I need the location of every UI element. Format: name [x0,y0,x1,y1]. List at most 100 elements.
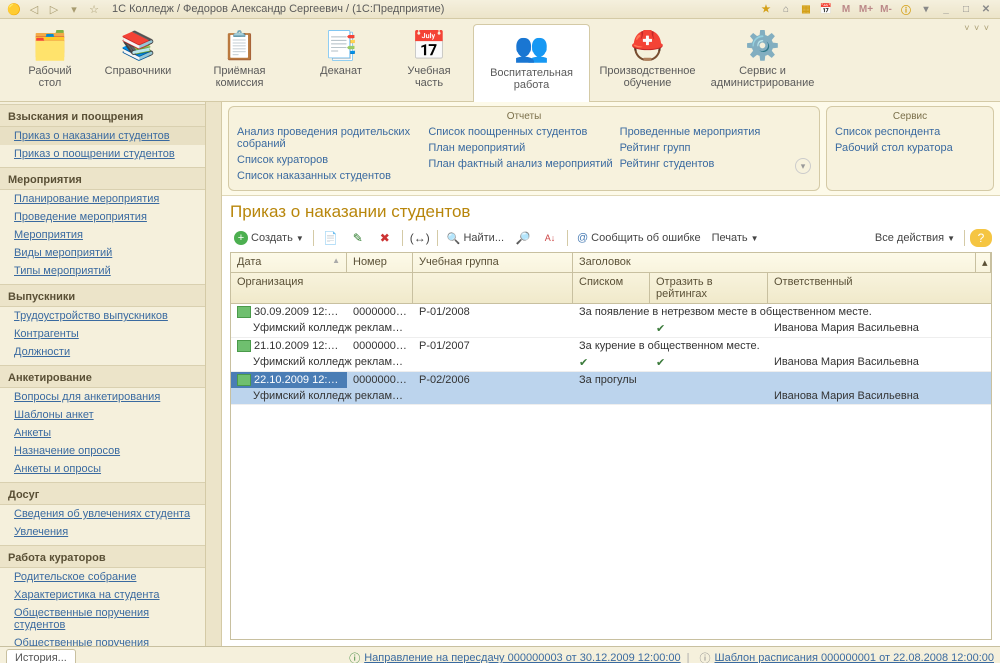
col-rating[interactable]: Отразить в рейтингах [650,273,768,303]
sidebar-link[interactable]: Шаблоны анкет [0,406,206,424]
sidebar-link[interactable]: Сведения об увлечениях студента [0,505,206,523]
sidebar-link[interactable]: Должности [0,343,206,361]
sort-icon[interactable]: A↓ [538,228,562,248]
find-button[interactable]: 🔍Найти... [443,230,508,247]
report-link[interactable]: План мероприятий [428,140,619,156]
report-error-button[interactable]: @Сообщить об ошибке [573,230,705,246]
status-info-icon-2: ⓘ [700,650,711,663]
calc-m[interactable]: M [838,1,854,17]
delete-icon[interactable]: ✖ [373,228,397,248]
toolbar-desktop[interactable]: 🗂️Рабочийстол [6,23,94,89]
edit-icon[interactable]: ✎ [346,228,370,248]
sidebar-link[interactable]: Общественные поручения [0,634,206,646]
table-row[interactable]: 30.09.2009 12:0...000000009P-01/2008За п… [231,304,991,338]
nav-dd[interactable]: ▾ [66,1,82,17]
minimize-icon[interactable]: _ [938,1,954,17]
report-link[interactable]: Список наказанных студентов [237,168,428,184]
col-list[interactable]: Списком [573,273,650,303]
sidebar-link[interactable]: Вопросы для анкетирования [0,388,206,406]
sidebar-scrollbar[interactable] [205,102,221,646]
col-group[interactable]: Учебная группа [413,253,573,272]
filter-icon[interactable]: 🔎 [511,228,535,248]
toolbar-vospit[interactable]: 👥Воспитательнаяработа [473,24,590,102]
help-icon[interactable]: ? [970,229,992,247]
sidebar-link[interactable]: Приказ о наказании студентов [0,127,206,145]
grid-icon[interactable]: ▦ [798,1,814,17]
swap-icon[interactable]: (↔) [408,228,432,248]
col-scroll-up[interactable]: ▴ [976,253,991,272]
report-link[interactable]: Список кураторов [237,152,428,168]
calendar-icon[interactable]: 📅 [818,1,834,17]
calc-mminus[interactable]: M- [878,1,894,17]
sidebar-group-header: Взыскания и поощрения [0,104,206,127]
titlebar: 🟡 ◁ ▷ ▾ ☆ 1С Колледж / Федоров Александр… [0,0,1000,19]
fav2-icon[interactable]: ★ [758,1,774,17]
service-link[interactable]: Список респондента [835,124,985,140]
sidebar-link[interactable]: Типы мероприятий [0,262,206,280]
home-icon[interactable]: ⌂ [778,1,794,17]
toolbar-ucheb[interactable]: 📅Учебнаячасть [385,23,473,89]
toolbar-label: Воспитательнаяработа [474,67,589,91]
toolbar-komissia[interactable]: 📋Приёмнаякомиссия [182,23,297,89]
favorite-icon[interactable]: ☆ [86,1,102,17]
reports-more-icon[interactable]: ▾ [795,158,811,174]
app-logo[interactable]: 🟡 [6,1,22,17]
info-dd[interactable]: ▾ [918,1,934,17]
nav-back[interactable]: ◁ [26,1,42,17]
sidebar-link[interactable]: Анкеты и опросы [0,460,206,478]
report-link[interactable]: Список поощренных студентов [428,124,619,140]
table-row[interactable]: 22.10.2009 12:0...000000010P-02/2006За п… [231,372,991,405]
statusbar: История... ⓘ Направление на пересдачу 00… [0,646,1000,663]
info-icon[interactable]: ⓘ [898,1,914,17]
sidebar-link[interactable]: Назначение опросов [0,442,206,460]
report-link[interactable]: План фактный анализ мероприятий [428,156,619,172]
grid-body[interactable]: 30.09.2009 12:0...000000009P-01/2008За п… [231,304,991,639]
nav-fwd[interactable]: ▷ [46,1,62,17]
maximize-icon[interactable]: □ [958,1,974,17]
status-info-icon-1: ⓘ [349,650,360,663]
sidebar-link[interactable]: Приказ о поощрении студентов [0,145,206,163]
sidebar-link[interactable]: Общественные поручения студентов [0,604,206,634]
close-icon[interactable]: ✕ [978,1,994,17]
sidebar-link[interactable]: Контрагенты [0,325,206,343]
report-link[interactable]: Рейтинг групп [620,140,811,156]
report-link[interactable]: Анализ проведения родительских собраний [237,124,428,152]
col-resp[interactable]: Ответственный [768,273,991,303]
col-org[interactable]: Организация [231,273,413,303]
report-link[interactable]: Рейтинг студентов ▾ [620,156,811,172]
sidebar-link[interactable]: Планирование мероприятия [0,190,206,208]
sidebar-group-header: Выпускники [0,284,206,307]
copy-icon[interactable]: 📄 [319,228,343,248]
sidebar-link[interactable]: Анкеты [0,424,206,442]
report-link[interactable]: Проведенные мероприятия [620,124,811,140]
calc-mplus[interactable]: M+ [858,1,874,17]
toolbar-proizv[interactable]: ⛑️Производственноеобучение [590,23,705,89]
toolbar-dekanat[interactable]: 📑Деканат [297,23,385,77]
status-msg-1[interactable]: Направление на пересдачу 000000003 от 30… [364,652,680,663]
sidebar-link[interactable]: Виды мероприятий [0,244,206,262]
document-area: Приказ о наказании студентов +Создать▼ 📄… [222,196,1000,646]
col-subject[interactable]: Заголовок [573,253,976,272]
sidebar-link[interactable]: Увлечения [0,523,206,541]
all-actions-button[interactable]: Все действия▼ [871,230,959,246]
sidebar-link[interactable]: Родительское собрание [0,568,206,586]
print-button[interactable]: Печать▼ [708,230,763,246]
main-toolbar: 🗂️Рабочийстол📚Справочники📋Приёмнаякомисс… [0,19,1000,102]
reports-header: Отчеты [237,111,811,122]
status-msg-2[interactable]: Шаблон расписания 000000001 от 22.08.200… [715,652,995,663]
toolbar-expand[interactable]: ˅ ˅ ˅ [964,23,994,33]
history-button[interactable]: История... [6,649,76,663]
data-grid: Дата▲ Номер Учебная группа Заголовок ▴ О… [230,252,992,640]
toolbar-refs[interactable]: 📚Справочники [94,23,182,77]
sidebar-link[interactable]: Проведение мероприятия [0,208,206,226]
sidebar-link[interactable]: Трудоустройство выпускников [0,307,206,325]
doc-icon [237,374,251,386]
create-button[interactable]: +Создать▼ [230,229,308,247]
service-link[interactable]: Рабочий стол куратора [835,140,985,156]
toolbar-service[interactable]: ⚙️Сервис иадминистрирование [705,23,820,89]
sidebar-link[interactable]: Характеристика на студента [0,586,206,604]
table-row[interactable]: 21.10.2009 12:0...000000011P-01/2007За к… [231,338,991,372]
col-date[interactable]: Дата▲ [231,253,347,272]
sidebar-link[interactable]: Мероприятия [0,226,206,244]
col-number[interactable]: Номер [347,253,413,272]
